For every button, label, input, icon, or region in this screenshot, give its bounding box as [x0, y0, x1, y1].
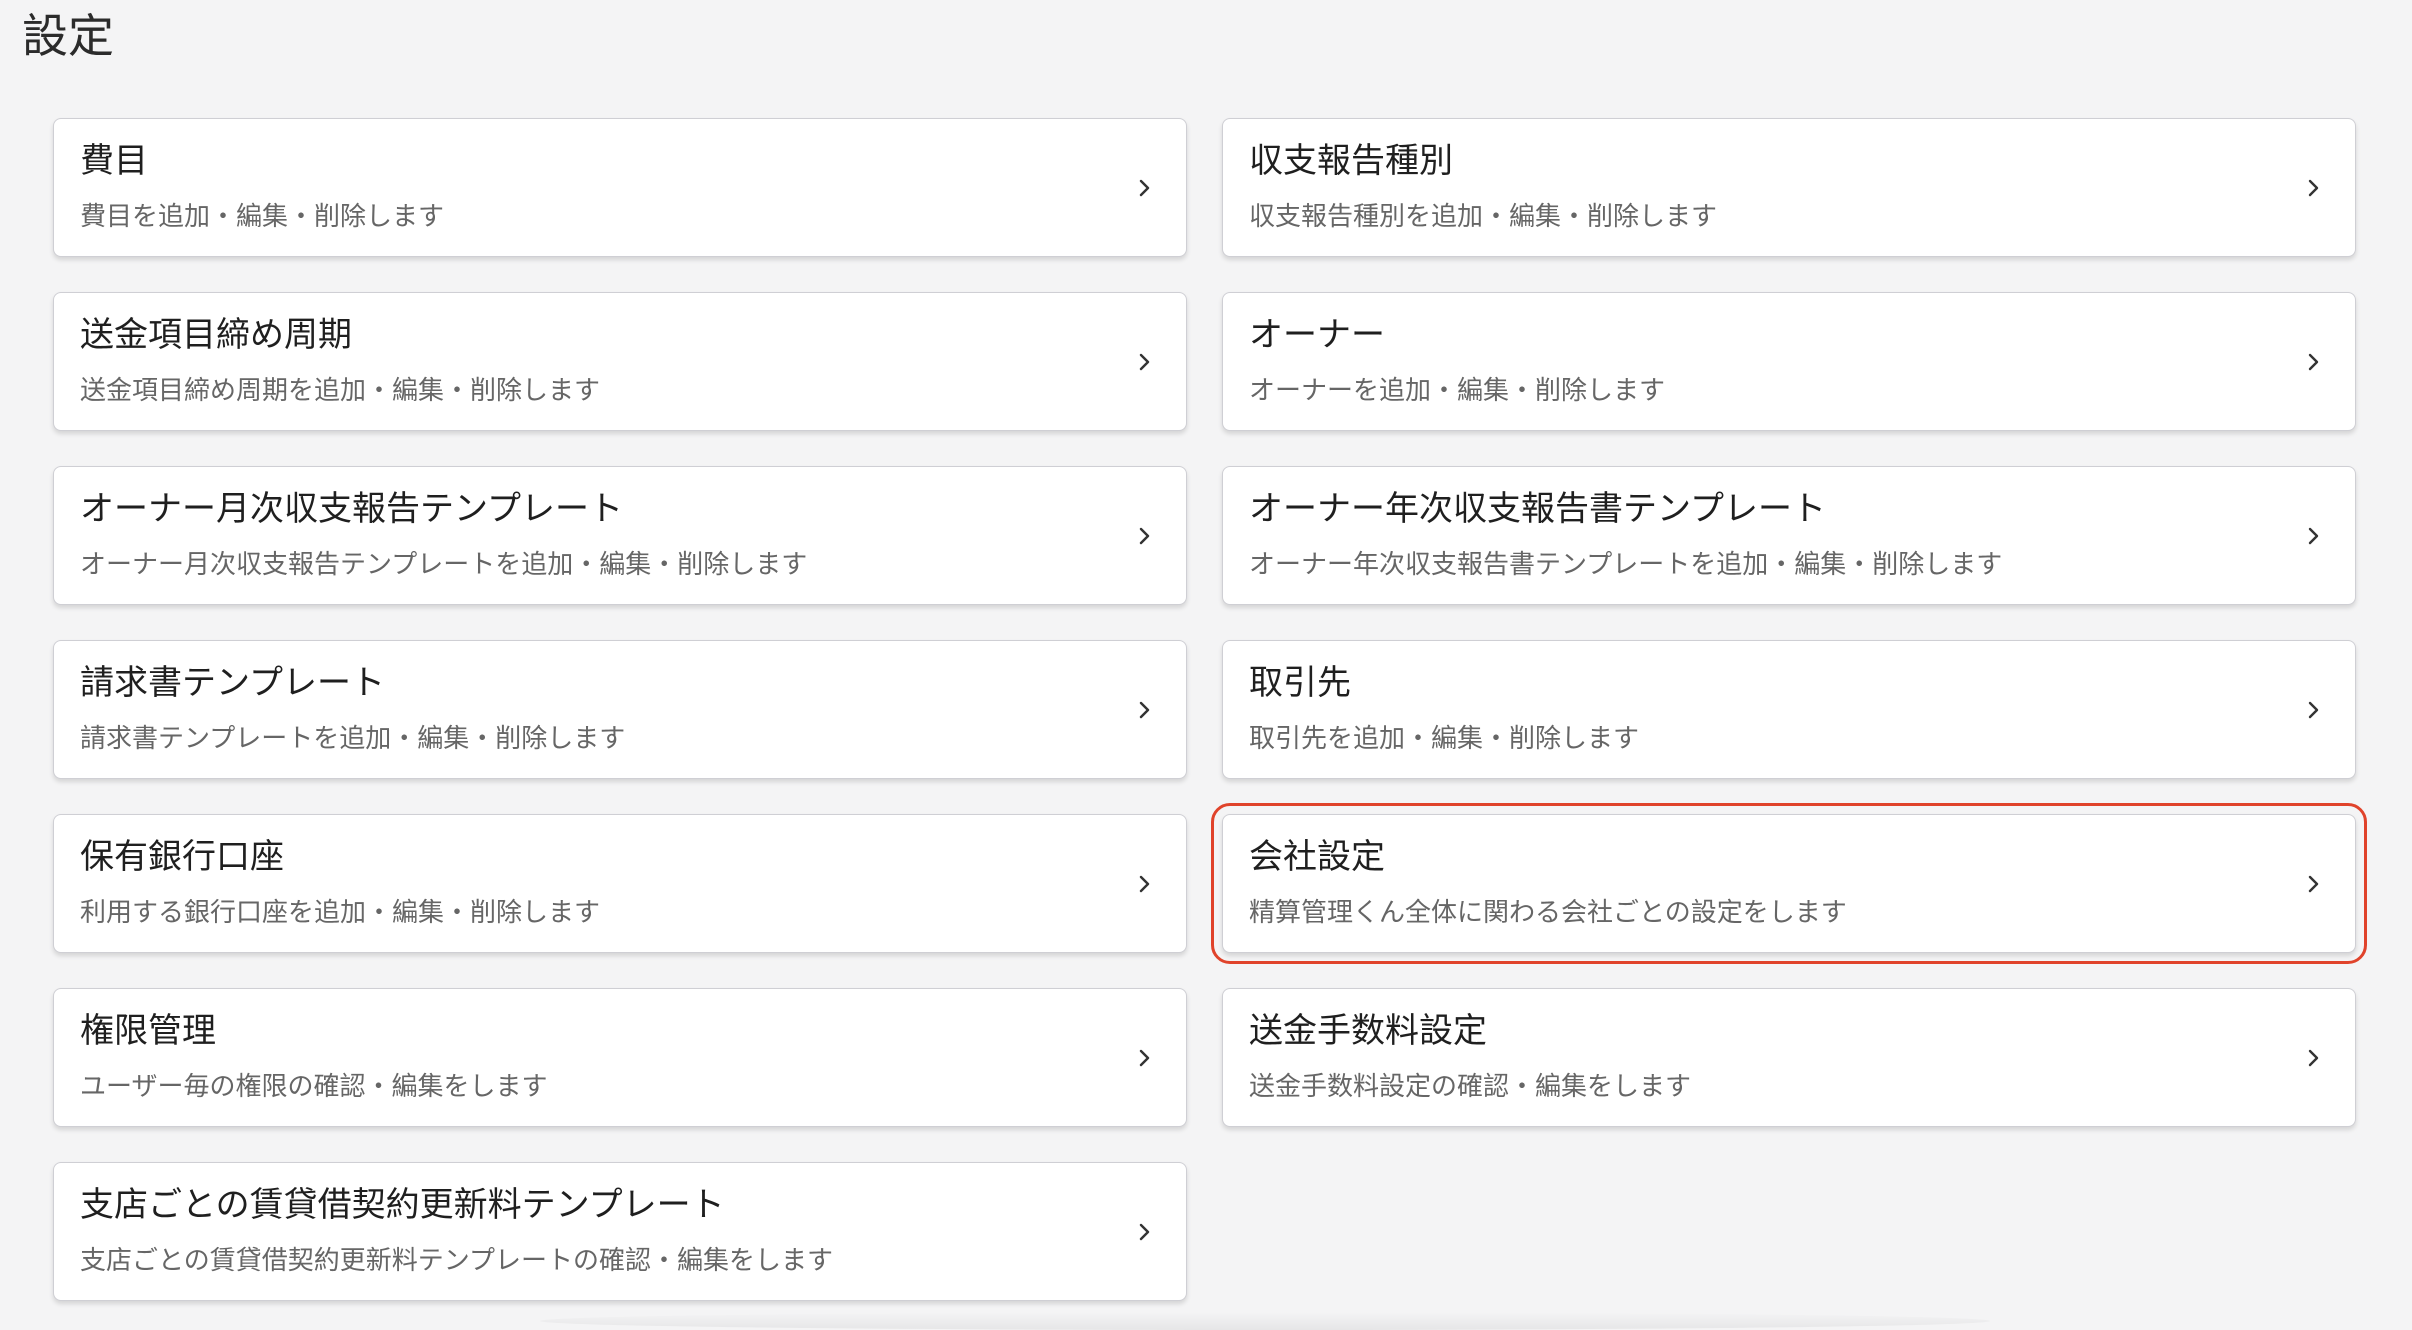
- chevron-right-icon: [2299, 522, 2327, 550]
- settings-card-owner-monthly-template[interactable]: オーナー月次収支報告テンプレート オーナー月次収支報告テンプレートを追加・編集・…: [53, 466, 1187, 605]
- card-description: 収支報告種別を追加・編集・削除します: [1249, 202, 1718, 232]
- card-title: 支店ごとの賃貸借契約更新料テンプレート: [80, 1185, 725, 1225]
- card-description: 送金手数料設定の確認・編集をします: [1249, 1072, 1692, 1102]
- settings-card-remittance-cycle[interactable]: 送金項目締め周期 送金項目締め周期を追加・編集・削除します: [53, 292, 1187, 431]
- settings-card-permissions[interactable]: 権限管理 ユーザー毎の権限の確認・編集をします: [53, 988, 1187, 1127]
- settings-card-branch-renewal-template[interactable]: 支店ごとの賃貸借契約更新料テンプレート 支店ごとの賃貸借契約更新料テンプレートの…: [53, 1162, 1187, 1301]
- chevron-right-icon: [2299, 1044, 2327, 1072]
- card-description: 精算管理くん全体に関わる会社ごとの設定をします: [1249, 898, 1847, 928]
- settings-card-remittance-fees[interactable]: 送金手数料設定 送金手数料設定の確認・編集をします: [1222, 988, 2356, 1127]
- card-title: オーナー: [1249, 315, 1385, 355]
- card-title: オーナー年次収支報告書テンプレート: [1249, 489, 1826, 529]
- chevron-right-icon: [2299, 348, 2327, 376]
- card-description: 取引先を追加・編集・削除します: [1249, 724, 1640, 754]
- card-description: 費目を追加・編集・削除します: [80, 202, 445, 232]
- card-description: 送金項目締め周期を追加・編集・削除します: [80, 376, 601, 406]
- card-title: オーナー月次収支報告テンプレート: [80, 489, 623, 529]
- card-description: 請求書テンプレートを追加・編集・削除します: [80, 724, 626, 754]
- card-description: 利用する銀行口座を追加・編集・削除します: [80, 898, 601, 928]
- card-title: 保有銀行口座: [80, 837, 284, 877]
- settings-page: 設定 費目 費目を追加・編集・削除します 収支報告種別 収支報告種別を追加・編集…: [0, 0, 2412, 1330]
- card-title: 送金項目締め周期: [80, 315, 352, 355]
- card-title: 収支報告種別: [1249, 141, 1453, 181]
- card-title: 費目: [80, 141, 148, 181]
- settings-card-bank-accounts[interactable]: 保有銀行口座 利用する銀行口座を追加・編集・削除します: [53, 814, 1187, 953]
- settings-card-company-settings[interactable]: 会社設定 精算管理くん全体に関わる会社ごとの設定をします: [1211, 803, 2367, 964]
- settings-card-expense-items[interactable]: 費目 費目を追加・編集・削除します: [53, 118, 1187, 257]
- card-title: 権限管理: [80, 1011, 216, 1051]
- card-description: オーナー月次収支報告テンプレートを追加・編集・削除します: [80, 550, 808, 580]
- settings-card-invoice-template[interactable]: 請求書テンプレート 請求書テンプレートを追加・編集・削除します: [53, 640, 1187, 779]
- card-description: 支店ごとの賃貸借契約更新料テンプレートの確認・編集をします: [80, 1246, 833, 1276]
- settings-card-owners[interactable]: オーナー オーナーを追加・編集・削除します: [1222, 292, 2356, 431]
- settings-card-income-report-types[interactable]: 収支報告種別 収支報告種別を追加・編集・削除します: [1222, 118, 2356, 257]
- chevron-right-icon: [2299, 696, 2327, 724]
- chevron-right-icon: [1130, 1044, 1158, 1072]
- chevron-right-icon: [1130, 696, 1158, 724]
- card-title: 取引先: [1249, 663, 1351, 703]
- card-description: オーナー年次収支報告書テンプレートを追加・編集・削除します: [1249, 550, 2003, 580]
- chevron-right-icon: [2299, 174, 2327, 202]
- chevron-right-icon: [1130, 1218, 1158, 1246]
- chevron-right-icon: [1130, 348, 1158, 376]
- card-title: 送金手数料設定: [1249, 1011, 1487, 1051]
- page-title: 設定: [22, 9, 114, 63]
- chevron-right-icon: [2299, 870, 2327, 898]
- settings-card-grid: 費目 費目を追加・編集・削除します 収支報告種別 収支報告種別を追加・編集・削除…: [53, 118, 2367, 1301]
- card-title: 請求書テンプレート: [80, 663, 385, 703]
- settings-card-business-partners[interactable]: 取引先 取引先を追加・編集・削除します: [1222, 640, 2356, 779]
- card-description: ユーザー毎の権限の確認・編集をします: [80, 1072, 548, 1102]
- chevron-right-icon: [1130, 870, 1158, 898]
- card-title: 会社設定: [1249, 837, 1385, 877]
- chevron-right-icon: [1130, 522, 1158, 550]
- chevron-right-icon: [1130, 174, 1158, 202]
- bottom-scroll-shadow: [540, 1312, 1990, 1330]
- card-description: オーナーを追加・編集・削除します: [1249, 376, 1666, 406]
- settings-card-owner-annual-template[interactable]: オーナー年次収支報告書テンプレート オーナー年次収支報告書テンプレートを追加・編…: [1222, 466, 2356, 605]
